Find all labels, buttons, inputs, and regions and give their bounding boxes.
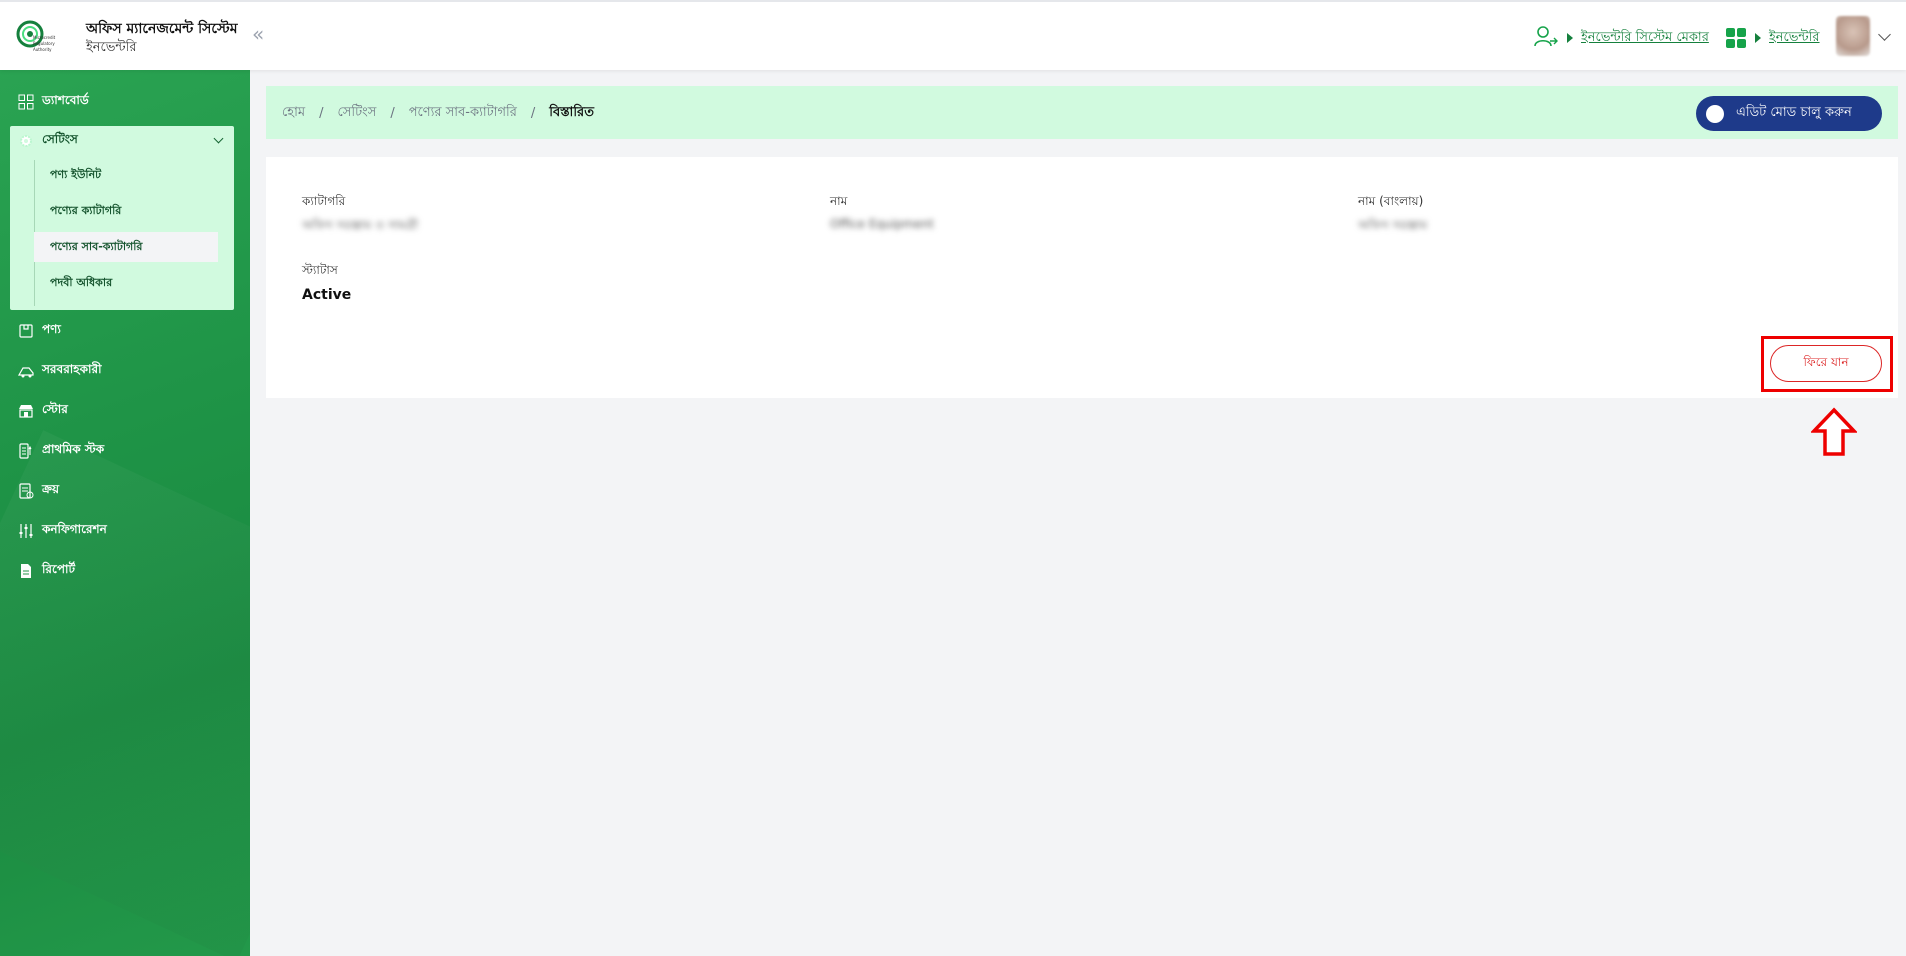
status-label: স্ট্যাটাস [302,263,338,277]
sidebar-item-label: রিপোর্ট [42,562,76,576]
sidebar-item-dashboard[interactable]: ড্যাশবোর্ড [18,90,89,114]
report-icon [21,564,31,578]
chevron-down-icon [213,133,224,144]
name-bn-label: নাম (বাংলায়) [1358,194,1424,208]
breadcrumb-separator: / [530,106,536,121]
breadcrumb-separator: / [319,106,324,121]
sidebar-subitem-designation-rights[interactable]: পদবী অধিকার [34,268,218,298]
breadcrumb-home[interactable]: হোম [282,103,305,124]
caret-right-icon [1755,33,1761,43]
sidebar-item-purchase[interactable]: ক্রয় [18,479,59,503]
mra-logo[interactable]: Microcredit Regulatory Authority [16,16,66,56]
sidebar-item-label: সরবরাহকারী [42,362,102,376]
app-subtitle: ইনভেন্টরি [86,40,137,55]
sidebar-item-product[interactable]: পণ্য [18,319,61,343]
name-label: নাম [830,194,848,208]
edit-mode-toggle[interactable]: এডিট মোড চালু করুন [1696,96,1882,131]
breadcrumb-subcategory[interactable]: পণ্যের সাব-ক্যাটাগরি [409,103,517,124]
module-link[interactable]: ইনভেন্টরি [1769,28,1820,49]
sidebar-item-settings[interactable]: সেটিংস [10,126,234,156]
sidebar-item-label: স্টোর [42,402,68,416]
sidebar-item-label: সেটিংস [42,132,78,146]
avatar[interactable] [1836,16,1870,56]
truck-icon [18,367,34,378]
sidebar: ড্যাশবোর্ড সেটিংস পণ্য ইউনিট পণ্যের ক্যা… [0,70,250,956]
caret-right-icon [1567,33,1573,43]
sidebar-item-label: ক্রয় [42,482,60,496]
annotation-up-arrow-icon [1811,407,1857,456]
box-icon [19,324,33,338]
sidebar-subitem-product-unit[interactable]: পণ্য ইউনিট [34,160,218,190]
sliders-icon [19,524,33,538]
sidebar-subitem-product-subcategory[interactable]: পণ্যের সাব-ক্যাটাগরি [34,232,218,262]
detail-card: ক্যাটাগরি অফিস সরঞ্জাম ও সামগ্রী নাম Off… [266,157,1898,398]
name-bn-value: অফিস সরঞ্জাম [1358,218,1428,232]
breadcrumb-separator: / [390,106,395,121]
purchase-icon [19,483,34,499]
annotation-highlight-box [1761,336,1893,392]
sidebar-item-label: কনফিগারেশন [42,522,107,536]
category-label: ক্যাটাগরি [302,194,346,208]
sidebar-item-label: ড্যাশবোর্ড [42,93,89,107]
apps-grid-icon[interactable] [1726,28,1746,48]
grid-icon [18,94,34,110]
svg-text:Authority: Authority [33,47,52,52]
sidebar-item-opening-stock[interactable]: প্রাথমিক স্টক [18,439,104,463]
svg-text:Microcredit: Microcredit [33,35,56,40]
breadcrumb-bar: হোম / সেটিংস / পণ্যের সাব-ক্যাটাগরি / বি… [266,86,1898,139]
sidebar-item-report[interactable]: রিপোর্ট [18,559,75,583]
sidebar-item-label: পণ্য [42,322,61,336]
user-switch-icon[interactable] [1533,24,1559,50]
name-value: Office Equipment [830,217,934,231]
category-value: অফিস সরঞ্জাম ও সামগ্রী [302,218,419,232]
edit-mode-label: এডিট মোড চালু করুন [1736,105,1852,120]
sidebar-item-label: প্রাথমিক স্টক [42,442,105,456]
svg-text:Regulatory: Regulatory [33,41,55,46]
status-value: Active [302,287,352,303]
sidebar-subitem-product-category[interactable]: পণ্যের ক্যাটাগরি [34,196,218,226]
role-link[interactable]: ইনভেন্টরি সিস্টেম মেকার [1581,28,1709,49]
toggle-knob [1706,104,1724,123]
sidebar-item-configuration[interactable]: কনফিগারেশন [18,519,107,543]
store-icon [19,405,33,418]
breadcrumb-settings[interactable]: সেটিংস [337,103,376,124]
chevron-down-icon[interactable] [1878,28,1891,41]
collapse-sidebar-icon[interactable]: « [252,24,264,44]
sidebar-item-supplier[interactable]: সরবরাহকারী [18,359,102,383]
breadcrumb: হোম / সেটিংস / পণ্যের সাব-ক্যাটাগরি / বি… [282,103,594,124]
settings-group: সেটিংস পণ্য ইউনিট পণ্যের ক্যাটাগরি পণ্যে… [10,126,234,310]
sidebar-item-store[interactable]: স্টোর [18,399,68,423]
gear-icon [20,135,32,147]
breadcrumb-current: বিস্তারিত [549,105,594,120]
top-header: Microcredit Regulatory Authority অফিস ম্… [0,0,1906,70]
stock-icon [19,443,32,459]
